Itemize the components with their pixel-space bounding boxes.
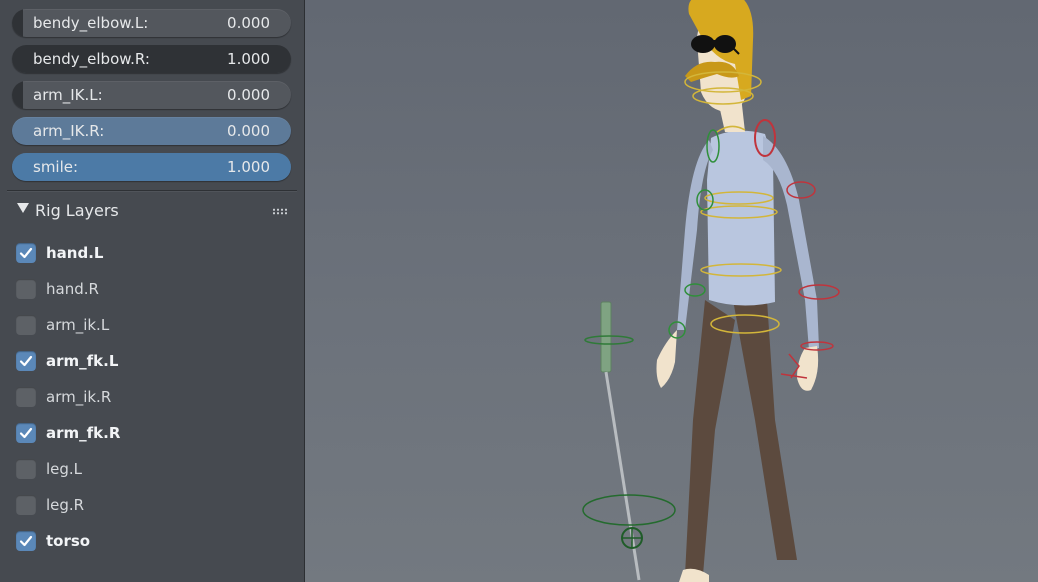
slider-label: arm_IK.R: (33, 122, 105, 140)
slider-value: 0.000 (227, 86, 270, 104)
rig-layer-checkbox[interactable] (16, 387, 36, 407)
rig-layer-row[interactable]: leg.R (16, 493, 276, 517)
character-head[interactable] (685, 0, 754, 133)
rig-layer-row[interactable]: torso (16, 529, 276, 553)
character-legs[interactable] (679, 300, 797, 582)
character-torso[interactable] (656, 130, 820, 391)
slider-label: arm_IK.L: (33, 86, 103, 104)
rig-layer-checkbox[interactable] (16, 531, 36, 551)
pole-control[interactable] (582, 301, 676, 581)
rig-layer-row[interactable]: arm_ik.L (16, 313, 276, 337)
rig-layer-checkbox[interactable] (16, 243, 36, 263)
slider-arm-ik-r[interactable]: arm_IK.R: 0.000 (12, 117, 291, 145)
slider-value: 0.000 (227, 122, 270, 140)
rig-layer-checkbox[interactable] (16, 423, 36, 443)
properties-panel: bendy_elbow.L: 0.000 bendy_elbow.R: 1.00… (0, 0, 305, 582)
slider-label: smile: (33, 158, 79, 176)
rig-layer-row[interactable]: arm_fk.L (16, 349, 276, 373)
rig-layer-row[interactable]: leg.L (16, 457, 276, 481)
drag-grip-icon[interactable] (272, 208, 288, 215)
slider-value: 0.000 (227, 14, 270, 32)
rig-layer-row[interactable]: hand.R (16, 277, 276, 301)
checkmark-icon (19, 247, 33, 259)
rig-layer-label: arm_ik.L (46, 316, 110, 334)
rig-layer-label: leg.L (46, 460, 83, 478)
rig-layer-checkbox[interactable] (16, 351, 36, 371)
character-rig-render (582, 0, 840, 582)
rig-layer-label: arm_fk.L (46, 352, 119, 370)
slider-bendy-elbow-r[interactable]: bendy_elbow.R: 1.000 (12, 45, 291, 73)
rig-layer-label: torso (46, 532, 91, 550)
slider-label: bendy_elbow.L: (33, 14, 149, 32)
app-window: bendy_elbow.L: 0.000 bendy_elbow.R: 1.00… (0, 0, 1038, 582)
slider-arm-ik-l[interactable]: arm_IK.L: 0.000 (12, 81, 291, 109)
slider-fill (12, 9, 24, 37)
rig-layer-label: arm_ik.R (46, 388, 112, 406)
rig-layers-title: Rig Layers (35, 201, 119, 220)
rig-layer-row[interactable]: arm_ik.R (16, 385, 276, 409)
rig-layer-row[interactable]: hand.L (16, 241, 276, 265)
rig-layer-row[interactable]: arm_fk.R (16, 421, 276, 445)
checkmark-icon (19, 535, 33, 547)
rig-layer-label: leg.R (46, 496, 85, 514)
slider-value: 1.000 (227, 158, 270, 176)
rig-layer-checkbox[interactable] (16, 315, 36, 335)
rig-layer-checkbox[interactable] (16, 279, 36, 299)
slider-value: 1.000 (227, 50, 270, 68)
3d-viewport[interactable] (305, 0, 1038, 582)
rig-layers-header[interactable]: Rig Layers (17, 199, 292, 223)
collapse-triangle-icon[interactable] (17, 203, 29, 213)
rig-layer-label: arm_fk.R (46, 424, 121, 442)
rig-layer-label: hand.R (46, 280, 99, 298)
checkmark-icon (19, 427, 33, 439)
slider-bendy-elbow-l[interactable]: bendy_elbow.L: 0.000 (12, 9, 291, 37)
slider-label: bendy_elbow.R: (33, 50, 150, 68)
rig-layer-checkbox[interactable] (16, 495, 36, 515)
slider-smile[interactable]: smile: 1.000 (12, 153, 291, 181)
rig-layer-label: hand.L (46, 244, 104, 262)
slider-fill (12, 81, 24, 109)
checkmark-icon (19, 355, 33, 367)
rig-layer-checkbox[interactable] (16, 459, 36, 479)
panel-divider (7, 190, 297, 191)
